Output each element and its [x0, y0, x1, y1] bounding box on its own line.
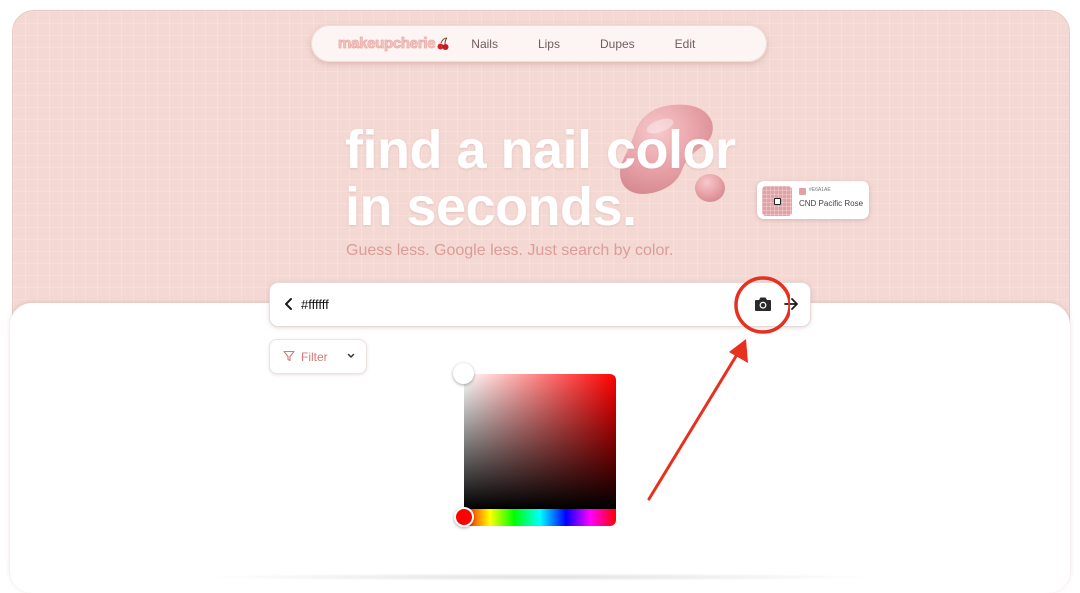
- hero-subheading: Guess less. Google less. Just search by …: [346, 242, 674, 259]
- hero-headline: find a nail color in seconds.: [345, 122, 765, 236]
- back-icon[interactable]: [282, 296, 296, 312]
- color-search-input[interactable]: [301, 293, 721, 315]
- nav-link-edit[interactable]: Edit: [675, 37, 696, 51]
- saturation-handle[interactable]: [453, 363, 474, 384]
- hero-headline-line-1: find a nail color: [345, 120, 736, 180]
- color-swatch-card[interactable]: #E6A1AE CND Pacific Rose: [757, 181, 869, 219]
- swatch-color-chip: [799, 188, 806, 195]
- hero-headline-line-2: in seconds.: [345, 177, 637, 237]
- color-picker-hue-slider[interactable]: [464, 509, 616, 526]
- nav-link-lips[interactable]: Lips: [538, 37, 560, 51]
- filter-icon: [283, 350, 295, 362]
- filter-label: Filter: [301, 350, 328, 364]
- site-logo[interactable]: makeupcherie: [338, 35, 436, 53]
- cherry-icon: [437, 37, 449, 50]
- camera-icon[interactable]: [753, 295, 773, 313]
- bottom-card-shadow: [200, 573, 880, 581]
- hue-slider-handle[interactable]: [454, 507, 474, 527]
- color-picker-saturation-area[interactable]: [464, 374, 616, 509]
- nav-link-nails[interactable]: Nails: [471, 37, 498, 51]
- swatch-product-name: CND Pacific Rose: [799, 199, 864, 208]
- swatch-hex-code: #E6A1AE: [809, 187, 831, 193]
- top-navbar: makeupcherie Nails Lips Dupes Edit: [311, 25, 767, 62]
- swatch-marker-icon: [774, 198, 781, 205]
- arrow-right-icon[interactable]: [783, 296, 799, 312]
- chevron-down-icon: [347, 353, 355, 358]
- swatch-thumbnail: [762, 186, 792, 216]
- color-search-bar: [269, 282, 811, 327]
- filter-button[interactable]: Filter: [269, 339, 367, 374]
- nav-link-dupes[interactable]: Dupes: [600, 37, 635, 51]
